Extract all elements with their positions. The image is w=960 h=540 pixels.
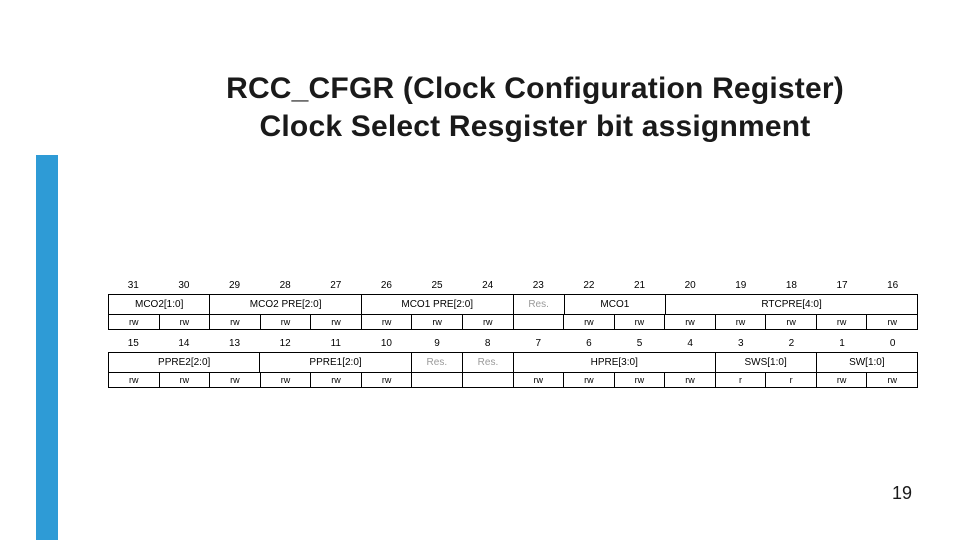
rw-cell: rw: [260, 315, 311, 330]
bit-number: 6: [564, 336, 615, 352]
field-reserved: Res.: [411, 353, 462, 373]
bit-number: 13: [209, 336, 260, 352]
bit-numbers-low: 1514131211109876543210: [108, 336, 918, 353]
field-label: MCO1: [564, 295, 665, 315]
field-reserved: Res.: [513, 295, 564, 315]
bit-number: 5: [614, 336, 665, 352]
bit-number: 26: [361, 278, 412, 294]
bit-number: 16: [867, 278, 918, 294]
title-line-1: RCC_CFGR (Clock Configuration Register): [226, 72, 844, 105]
field-label: SW[1:0]: [816, 353, 918, 373]
bit-number: 8: [462, 336, 513, 352]
bit-number: 12: [260, 336, 311, 352]
field-label: MCO2[1:0]: [108, 295, 209, 315]
page-number: 19: [892, 483, 912, 504]
rw-cell: rw: [108, 315, 159, 330]
bit-number: 10: [361, 336, 412, 352]
rw-cell: rw: [462, 315, 513, 330]
field-reserved: Res.: [462, 353, 513, 373]
field-label: RTCPRE[4:0]: [665, 295, 918, 315]
rw-cell: rw: [209, 373, 260, 388]
bit-number: 4: [665, 336, 716, 352]
slide-content: RCC_CFGR (Clock Configuration Register) …: [0, 0, 960, 540]
rw-cell: rw: [866, 373, 918, 388]
bit-number: 1: [817, 336, 868, 352]
rw-cell: rw: [715, 315, 766, 330]
bit-number: 22: [564, 278, 615, 294]
rw-cell: rw: [664, 315, 715, 330]
rw-cell: rw: [614, 373, 665, 388]
rw-cell: rw: [866, 315, 918, 330]
bit-number: 31: [108, 278, 159, 294]
rw-cell: rw: [310, 315, 361, 330]
fields-low: PPRE2[2:0]PPRE1[2:0]Res.Res.HPRE[3:0]SWS…: [108, 353, 918, 373]
bit-number: 23: [513, 278, 564, 294]
rw-cell: rw: [310, 373, 361, 388]
bit-number: 28: [260, 278, 311, 294]
bit-number: 29: [209, 278, 260, 294]
bit-number: 15: [108, 336, 159, 352]
rw-cell: rw: [411, 315, 462, 330]
rw-cell: rw: [108, 373, 159, 388]
rw-cell: rw: [209, 315, 260, 330]
bit-number: 25: [412, 278, 463, 294]
rw-high: rwrwrwrwrwrwrwrwrwrwrwrwrwrwrw: [108, 315, 918, 330]
rw-cell: rw: [159, 373, 210, 388]
rw-cell: rw: [361, 373, 412, 388]
field-label: MCO1 PRE[2:0]: [361, 295, 513, 315]
field-label: HPRE[3:0]: [513, 353, 715, 373]
rw-cell: rw: [563, 315, 614, 330]
fields-high: MCO2[1:0]MCO2 PRE[2:0]MCO1 PRE[2:0]Res.M…: [108, 295, 918, 315]
rw-cell: rw: [816, 373, 867, 388]
bit-number: 11: [311, 336, 362, 352]
field-label: MCO2 PRE[2:0]: [209, 295, 361, 315]
bit-number: 3: [716, 336, 767, 352]
rw-cell: rw: [765, 315, 816, 330]
bit-number: 21: [614, 278, 665, 294]
field-label: PPRE1[2:0]: [259, 353, 410, 373]
bit-number: 17: [817, 278, 868, 294]
rw-cell: rw: [816, 315, 867, 330]
bit-number: 20: [665, 278, 716, 294]
field-label: SWS[1:0]: [715, 353, 816, 373]
rw-cell: [411, 373, 462, 388]
bit-number: 2: [766, 336, 817, 352]
rw-cell: rw: [361, 315, 412, 330]
bit-number: 7: [513, 336, 564, 352]
page-title: RCC_CFGR (Clock Configuration Register) …: [185, 70, 885, 145]
rw-cell: [513, 315, 564, 330]
bit-number: 18: [766, 278, 817, 294]
rw-cell: rw: [614, 315, 665, 330]
bit-number: 19: [716, 278, 767, 294]
rw-cell: rw: [513, 373, 564, 388]
rw-cell: r: [765, 373, 816, 388]
title-line-2: Clock Select Resgister bit assignment: [260, 110, 811, 143]
bit-number: 27: [311, 278, 362, 294]
rw-low: rwrwrwrwrwrwrwrwrwrwrrrwrw: [108, 373, 918, 388]
bit-number: 24: [462, 278, 513, 294]
rw-cell: rw: [159, 315, 210, 330]
register-table: 31302928272625242322212019181716 MCO2[1:…: [108, 278, 918, 388]
rw-cell: rw: [563, 373, 614, 388]
bit-number: 30: [159, 278, 210, 294]
rw-cell: [462, 373, 513, 388]
field-label: PPRE2[2:0]: [108, 353, 259, 373]
bit-number: 14: [159, 336, 210, 352]
bit-number: 0: [867, 336, 918, 352]
rw-cell: rw: [260, 373, 311, 388]
rw-cell: r: [715, 373, 766, 388]
bit-number: 9: [412, 336, 463, 352]
rw-cell: rw: [664, 373, 715, 388]
bit-numbers-high: 31302928272625242322212019181716: [108, 278, 918, 295]
